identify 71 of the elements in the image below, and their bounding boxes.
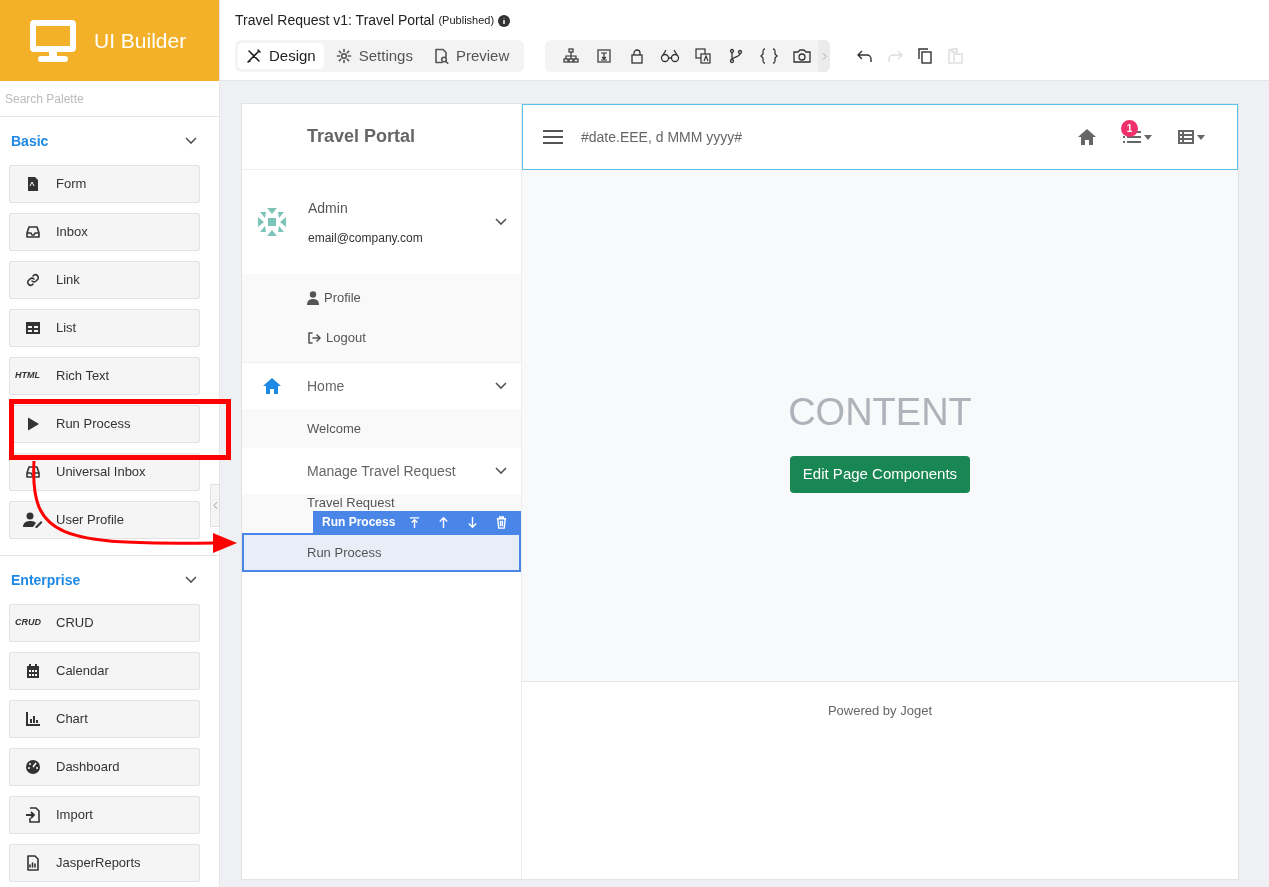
user-email: email@company.com bbox=[308, 229, 424, 247]
content-heading: CONTENT bbox=[787, 390, 973, 434]
menu-link[interactable]: Logout bbox=[307, 328, 366, 348]
menu-title: Run Process bbox=[322, 514, 396, 531]
palette-item[interactable]: Link bbox=[9, 261, 200, 299]
user-icon bbox=[307, 291, 319, 305]
icon-label: HTML bbox=[15, 369, 40, 383]
calendar-icon bbox=[25, 663, 41, 679]
inbox-icon bbox=[25, 224, 41, 240]
menu-icon[interactable] bbox=[543, 130, 563, 144]
user-edit-icon bbox=[23, 512, 43, 528]
section-header: Enterprise bbox=[11, 570, 81, 590]
palette-item[interactable]: Calendar bbox=[9, 652, 200, 690]
logout-icon bbox=[307, 331, 321, 345]
view-button[interactable] bbox=[1178, 130, 1205, 144]
settings-icon bbox=[335, 48, 352, 64]
document-search-icon bbox=[432, 48, 449, 64]
mode-tab[interactable]: Settings bbox=[327, 43, 421, 69]
submenu-item[interactable]: Welcome bbox=[307, 421, 361, 436]
palette-item[interactable]: Inbox bbox=[9, 213, 200, 251]
palette-item[interactable]: User Profile bbox=[9, 501, 200, 539]
play-icon bbox=[25, 416, 41, 432]
palette-item[interactable]: HTML Rich Text bbox=[9, 357, 200, 395]
inbox-icon bbox=[25, 464, 41, 480]
info-icon[interactable] bbox=[498, 14, 511, 27]
gauge-icon bbox=[25, 759, 41, 775]
import-icon bbox=[25, 807, 41, 823]
icon-label: CRUD bbox=[15, 616, 41, 630]
section-header: Basic bbox=[11, 131, 49, 151]
palette-item[interactable]: List bbox=[9, 309, 200, 347]
home-icon bbox=[262, 377, 282, 395]
document-icon bbox=[25, 176, 41, 192]
status-label: (Published) bbox=[438, 13, 495, 29]
collapse-handle[interactable] bbox=[210, 484, 220, 527]
chevron-icon[interactable] bbox=[495, 218, 507, 226]
menu-link[interactable]: Profile bbox=[307, 288, 361, 308]
palette-item[interactable]: JasperReports bbox=[9, 844, 200, 882]
palette-item[interactable]: Dashboard bbox=[9, 748, 200, 786]
menu-item[interactable]: Manage Travel Request bbox=[307, 460, 495, 482]
palette-item[interactable]: Chart bbox=[9, 700, 200, 738]
notification-badge: 1 bbox=[1121, 120, 1138, 137]
bar-chart-icon bbox=[25, 711, 41, 727]
chevron-icon[interactable] bbox=[495, 467, 507, 475]
monitor-icon bbox=[30, 19, 76, 62]
palette-item[interactable]: CRUD CRUD bbox=[9, 604, 200, 642]
search-field[interactable]: Search Palette bbox=[0, 81, 219, 117]
chevron-icon[interactable] bbox=[495, 382, 507, 390]
table-icon bbox=[25, 320, 41, 336]
page-title: Travel Request v1: Travel Portal bbox=[235, 11, 435, 30]
table-icon bbox=[1178, 130, 1194, 144]
caret-icon bbox=[1144, 134, 1152, 140]
caret-icon bbox=[1197, 134, 1205, 140]
menu-item[interactable]: Home bbox=[307, 375, 495, 397]
portal-title: Travel Portal bbox=[307, 125, 416, 148]
mode-tab[interactable]: Preview bbox=[424, 43, 518, 69]
submenu-item[interactable]: Run Process bbox=[307, 545, 382, 560]
chevron-icon[interactable] bbox=[185, 576, 197, 584]
avatar-icon bbox=[256, 206, 288, 238]
app-title: UI Builder bbox=[94, 27, 187, 54]
edit-button[interactable]: Edit Page Components bbox=[789, 456, 971, 493]
submenu-item[interactable]: Travel Request bbox=[307, 495, 395, 510]
footer-text: Powered by Joget bbox=[827, 702, 933, 720]
home-icon[interactable] bbox=[1077, 128, 1097, 146]
mode-tab[interactable]: Design bbox=[238, 43, 324, 69]
report-icon bbox=[25, 855, 41, 871]
chevron-icon[interactable] bbox=[185, 137, 197, 145]
link-icon bbox=[25, 272, 41, 288]
palette-item[interactable]: Import bbox=[9, 796, 200, 834]
palette-item[interactable]: Form bbox=[9, 165, 200, 203]
user-name: Admin bbox=[308, 198, 349, 218]
date-text: #date.EEE, d MMM yyyy# bbox=[581, 127, 743, 147]
